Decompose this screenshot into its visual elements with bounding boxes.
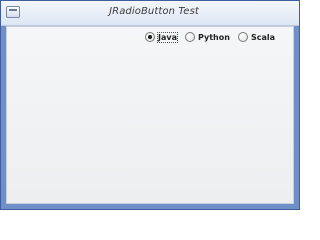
radio-unselected-icon[interactable] xyxy=(185,32,195,42)
radio-selected-icon[interactable] xyxy=(145,32,155,42)
radio-option-java[interactable]: Java xyxy=(145,31,178,43)
window-title: JRadioButton Test xyxy=(109,6,199,17)
radio-option-python[interactable]: Python xyxy=(185,31,230,43)
title-bar[interactable]: JRadioButton Test xyxy=(1,1,299,26)
radio-label-python[interactable]: Python xyxy=(198,33,230,42)
radio-button-group: Java Python Scala xyxy=(7,31,293,43)
content-pane: Java Python Scala xyxy=(6,26,294,204)
radio-option-scala[interactable]: Scala xyxy=(237,31,275,43)
radio-label-scala[interactable]: Scala xyxy=(251,33,275,42)
app-window: JRadioButton Test Java Python Scala xyxy=(0,0,300,210)
radio-label-java[interactable]: Java xyxy=(157,31,178,43)
radio-unselected-icon[interactable] xyxy=(237,32,248,42)
